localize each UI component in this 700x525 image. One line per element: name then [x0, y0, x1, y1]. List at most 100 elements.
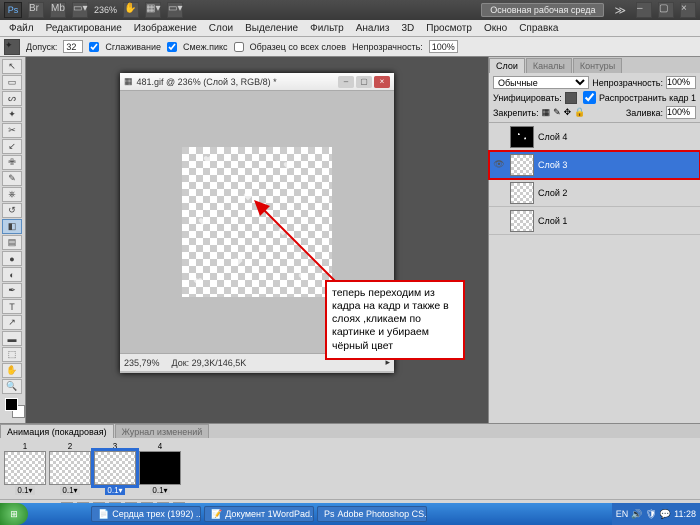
all-layers-checkbox[interactable] — [234, 42, 244, 52]
max-icon[interactable]: ▢ — [658, 2, 674, 18]
doc-close-icon[interactable]: × — [374, 76, 390, 88]
lang-indicator[interactable]: EN — [616, 509, 629, 519]
hand-tool[interactable]: ✋ — [2, 363, 22, 378]
clock[interactable]: 11:28 — [674, 509, 696, 519]
healing-tool[interactable]: ✙ — [2, 155, 22, 170]
arrange-icon[interactable]: ▦▾ — [145, 2, 161, 18]
fill-field[interactable]: 100% — [666, 106, 696, 119]
tab-paths[interactable]: Контуры — [573, 58, 622, 73]
layer-row[interactable]: Слой 4 — [489, 123, 700, 151]
layer-name[interactable]: Слой 2 — [538, 188, 567, 198]
3d-tool[interactable]: ⬚ — [2, 347, 22, 362]
layer-thumb[interactable] — [510, 126, 534, 148]
tray-icon[interactable]: 💬 — [660, 509, 671, 520]
blend-mode-select[interactable]: Обычные — [493, 76, 589, 89]
min-icon[interactable]: – — [636, 2, 652, 18]
visibility-icon[interactable] — [492, 130, 506, 144]
dodge-tool[interactable]: ◐ — [2, 267, 22, 282]
tab-history[interactable]: Журнал изменений — [115, 424, 210, 438]
layer-row[interactable]: Слой 1 — [489, 207, 700, 235]
unify-icon[interactable] — [565, 92, 577, 104]
brush-tool[interactable]: ✎ — [2, 171, 22, 186]
wand-tool[interactable]: ✦ — [2, 107, 22, 122]
tray-icon[interactable]: 🛡 — [645, 509, 656, 520]
status-zoom[interactable]: 235,79% — [124, 358, 160, 368]
frame[interactable]: 20.1▾ — [49, 442, 91, 495]
bridge-icon[interactable]: Br — [28, 2, 44, 18]
menu-layer[interactable]: Слои — [204, 22, 238, 35]
view-icon[interactable]: ▭▾ — [72, 2, 88, 18]
menu-image[interactable]: Изображение — [129, 22, 202, 35]
layer-name[interactable]: Слой 4 — [538, 132, 567, 142]
eyedropper-tool[interactable]: ↙ — [2, 139, 22, 154]
layer-name[interactable]: Слой 3 — [538, 160, 567, 170]
path-tool[interactable]: ↗ — [2, 315, 22, 330]
document-titlebar[interactable]: ▦ 481.gif @ 236% (Слой 3, RGB/8) * – ▢ × — [120, 73, 394, 91]
lock-all-icon[interactable]: 🔒 — [574, 107, 585, 118]
system-tray[interactable]: EN 🔊 🛡 💬 11:28 — [612, 503, 700, 525]
eraser-tool[interactable]: ◧ — [2, 219, 22, 234]
menu-view[interactable]: Просмотр — [421, 22, 477, 35]
contiguous-checkbox[interactable] — [167, 42, 177, 52]
menu-analysis[interactable]: Анализ — [351, 22, 395, 35]
lock-pixels-icon[interactable]: ▦ — [542, 107, 551, 118]
menu-window[interactable]: Окно — [479, 22, 512, 35]
doc-min-icon[interactable]: – — [338, 76, 354, 88]
shape-tool[interactable]: ▬ — [2, 331, 22, 346]
layer-thumb[interactable] — [510, 182, 534, 204]
history-brush-tool[interactable]: ↺ — [2, 203, 22, 218]
tool-preset-icon[interactable]: ✦ — [4, 39, 20, 55]
visibility-icon[interactable] — [492, 186, 506, 200]
color-swatches[interactable] — [2, 395, 23, 421]
close-icon[interactable]: × — [680, 2, 696, 18]
layer-name[interactable]: Слой 1 — [538, 216, 567, 226]
propagate-checkbox[interactable] — [583, 91, 596, 104]
antialias-checkbox[interactable] — [89, 42, 99, 52]
zoom-tool[interactable]: 🔍 — [2, 379, 22, 394]
menu-filter[interactable]: Фильтр — [305, 22, 349, 35]
gradient-tool[interactable]: ▤ — [2, 235, 22, 250]
pen-tool[interactable]: ✒ — [2, 283, 22, 298]
frame[interactable]: 10.1▾ — [4, 442, 46, 495]
workspace-switcher[interactable]: Основная рабочая среда — [481, 3, 604, 17]
status-docsize[interactable]: Док: 29,3K/146,5K — [172, 358, 247, 368]
layer-thumb[interactable] — [510, 154, 534, 176]
crop-tool[interactable]: ✂ — [2, 123, 22, 138]
menu-help[interactable]: Справка — [514, 22, 563, 35]
stamp-tool[interactable]: ⎈ — [2, 187, 22, 202]
screen-icon[interactable]: ▭▾ — [167, 2, 183, 18]
visibility-icon[interactable]: 👁 — [492, 158, 506, 172]
task-item[interactable]: 📝Документ 1WordPad... — [204, 506, 314, 522]
menu-edit[interactable]: Редактирование — [41, 22, 127, 35]
menu-3d[interactable]: 3D — [396, 22, 419, 35]
type-tool[interactable]: T — [2, 299, 22, 314]
tab-channels[interactable]: Каналы — [526, 58, 572, 73]
layer-opacity-field[interactable]: 100% — [666, 76, 696, 89]
lock-brush-icon[interactable]: ✎ — [553, 107, 561, 118]
opacity-field[interactable]: 100% — [429, 40, 458, 53]
zoom-level[interactable]: 236% — [94, 5, 117, 15]
marquee-tool[interactable]: ▭ — [2, 75, 22, 90]
task-item[interactable]: PsAdobe Photoshop CS... — [317, 506, 427, 522]
task-item[interactable]: 📄Сердца трех (1992) ... — [91, 506, 201, 522]
visibility-icon[interactable] — [492, 214, 506, 228]
doc-max-icon[interactable]: ▢ — [356, 76, 372, 88]
expand-icon[interactable]: ≫ — [614, 4, 626, 17]
tab-animation[interactable]: Анимация (покадровая) — [0, 424, 114, 438]
hand-icon[interactable]: ✋ — [123, 2, 139, 18]
layer-row[interactable]: Слой 2 — [489, 179, 700, 207]
menu-select[interactable]: Выделение — [240, 22, 303, 35]
lock-move-icon[interactable]: ✥ — [564, 107, 572, 118]
blur-tool[interactable]: ● — [2, 251, 22, 266]
tab-layers[interactable]: Слои — [489, 58, 525, 73]
layer-thumb[interactable] — [510, 210, 534, 232]
frame[interactable]: 40.1▾ — [139, 442, 181, 495]
lasso-tool[interactable]: ᔕ — [2, 91, 22, 106]
start-button[interactable]: ⊞ — [0, 503, 28, 525]
move-tool[interactable]: ↖ — [2, 59, 22, 74]
tray-icon[interactable]: 🔊 — [631, 509, 642, 520]
layer-row[interactable]: 👁 Слой 3 — [489, 151, 700, 179]
menu-file[interactable]: Файл — [4, 22, 39, 35]
mb-icon[interactable]: Mb — [50, 2, 66, 18]
frame[interactable]: 30.1▾ — [94, 442, 136, 495]
